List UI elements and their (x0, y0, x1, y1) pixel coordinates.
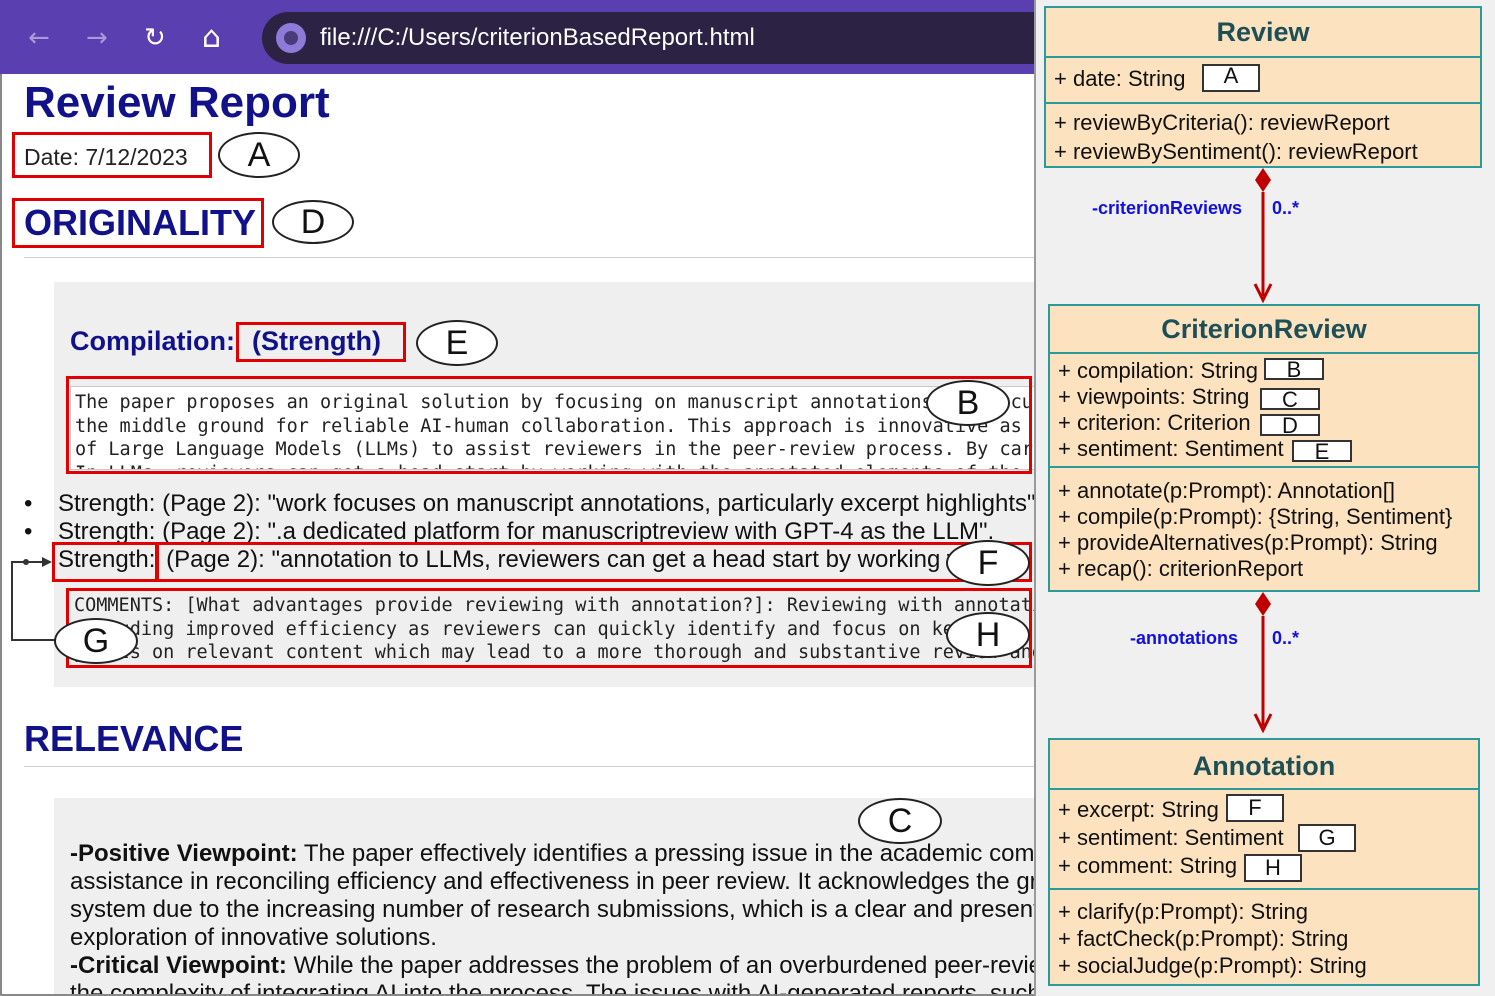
method-row: + recap(): criterionReport (1058, 556, 1304, 581)
class-name: CriterionReview (1050, 306, 1478, 354)
site-info-icon[interactable] (276, 23, 306, 53)
callout-f: F (946, 540, 1030, 586)
highlight-compilation (66, 376, 1032, 474)
browser-toolbar: ← → ↻ ⌂ file:///C:/Users/criterionBasedR… (0, 0, 1082, 74)
attribute-row: + excerpt: String F (1058, 794, 1478, 824)
positive-viewpoint: -Positive Viewpoint: The paper effective… (70, 840, 1040, 996)
class-criterion-review: CriterionReview + compilation: String B +… (1048, 304, 1480, 592)
attribute-section: + compilation: String B + viewpoints: Str… (1050, 354, 1478, 468)
method-row: + annotate(p:Prompt): Annotation[] (1058, 478, 1395, 503)
url-text[interactable]: file:///C:/Users/criterionBasedReport.ht… (320, 24, 755, 52)
callout-a: A (218, 132, 300, 178)
attribute-tag: F (1226, 794, 1284, 822)
callout-h: H (946, 612, 1030, 658)
callout-c: C (858, 798, 942, 844)
annotation-excerpt: (Page 2): "work focuses on manuscript an… (155, 490, 1036, 517)
attribute-tag: B (1264, 358, 1324, 381)
attribute-tag: H (1244, 854, 1302, 882)
viewpoint-line: system due to the increasing number of r… (70, 896, 1040, 923)
attribute-tag: G (1298, 824, 1356, 852)
attribute-section: + excerpt: String F + sentiment: Sentimen… (1050, 790, 1478, 890)
viewpoint-line: assistance in reconciling efficiency and… (70, 868, 1040, 895)
method-section: + clarify(p:Prompt): String + factCheck(… (1050, 890, 1478, 979)
highlight-comment (66, 588, 1032, 668)
callout-connector (11, 557, 56, 641)
highlight-sentiment (236, 322, 406, 362)
address-bar[interactable]: file:///C:/Users/criterionBasedReport.ht… (262, 12, 1082, 64)
attribute-tag: A (1202, 64, 1260, 92)
callout-g: G (54, 618, 138, 664)
callout-e: E (416, 320, 498, 366)
critical-viewpoint-label: -Critical Viewpoint: (70, 952, 287, 979)
compilation-label: Compilation: (70, 326, 235, 356)
method-row: + clarify(p:Prompt): String (1058, 899, 1309, 924)
divider (24, 766, 1040, 767)
attribute-row: + compilation: String B (1058, 358, 1478, 384)
viewpoint-line: exploration of innovative solutions. (70, 924, 437, 951)
annotation-label: Strength: (58, 490, 156, 517)
method-section: + annotate(p:Prompt): Annotation[] + com… (1050, 468, 1478, 582)
attribute-row: + date: String A (1054, 64, 1480, 92)
attribute-row: + sentiment: Sentiment G (1058, 824, 1478, 852)
association-multiplicity: 0..* (1272, 628, 1300, 648)
highlight-excerpt (156, 542, 1032, 582)
class-review: Review + date: String A + reviewByCriteri… (1044, 6, 1482, 168)
relevance-heading: RELEVANCE (24, 718, 244, 759)
method-section: + reviewByCriteria(): reviewReport + rev… (1046, 104, 1480, 166)
annotation-excerpt: (Page 2): ".a dedicated platform for man… (155, 518, 995, 545)
method-row: + reviewBySentiment(): reviewReport (1054, 139, 1418, 164)
association-role: -criterionReviews (1092, 198, 1243, 218)
method-row: + factCheck(p:Prompt): String (1058, 926, 1349, 951)
attribute-row: + sentiment: Sentiment E (1058, 436, 1478, 463)
home-icon[interactable]: ⌂ (202, 18, 221, 58)
attribute-row: + criterion: Criterion D (1058, 410, 1478, 437)
positive-viewpoint-label: -Positive Viewpoint: (70, 840, 298, 867)
class-annotation: Annotation + excerpt: String F + sentimen… (1048, 738, 1480, 986)
attribute-row: + comment: String H (1058, 852, 1478, 882)
viewpoint-line: While the paper addresses the problem of… (293, 952, 1040, 979)
viewpoint-line: The paper effectively identifies a press… (303, 840, 1040, 867)
method-row: + compile(p:Prompt): {String, Sentiment} (1058, 504, 1453, 529)
attribute-tag: E (1292, 440, 1352, 463)
callout-d: D (272, 200, 354, 244)
attribute-tag: C (1260, 388, 1320, 411)
composition-arrow (1253, 168, 1273, 304)
composition-arrow (1253, 592, 1273, 734)
forward-arrow-icon[interactable]: → (86, 18, 108, 58)
viewpoint-line: the complexity of integrating AI into th… (70, 980, 1040, 996)
reload-icon[interactable]: ↻ (144, 18, 166, 58)
class-name: Review (1046, 8, 1480, 58)
method-row: + provideAlternatives(p:Prompt): String (1058, 530, 1438, 555)
method-row: + socialJudge(p:Prompt): String (1058, 953, 1367, 978)
class-name: Annotation (1050, 740, 1478, 790)
association-role: -annotations (1130, 628, 1238, 648)
annotation-label: Strength: (58, 518, 156, 545)
association-multiplicity: 0..* (1272, 198, 1300, 218)
uml-diagram-panel: Review + date: String A + reviewByCriteri… (1034, 0, 1495, 996)
method-row: + reviewByCriteria(): reviewReport (1054, 110, 1390, 135)
attribute-section: + date: String A (1046, 58, 1480, 104)
callout-b: B (926, 380, 1010, 426)
attribute-row: + viewpoints: String C (1058, 384, 1478, 411)
attribute-tag: D (1260, 414, 1320, 437)
annotation-list-item: • Strength: (Page 2): "work focuses on ma… (24, 490, 1036, 517)
divider (24, 257, 1040, 258)
